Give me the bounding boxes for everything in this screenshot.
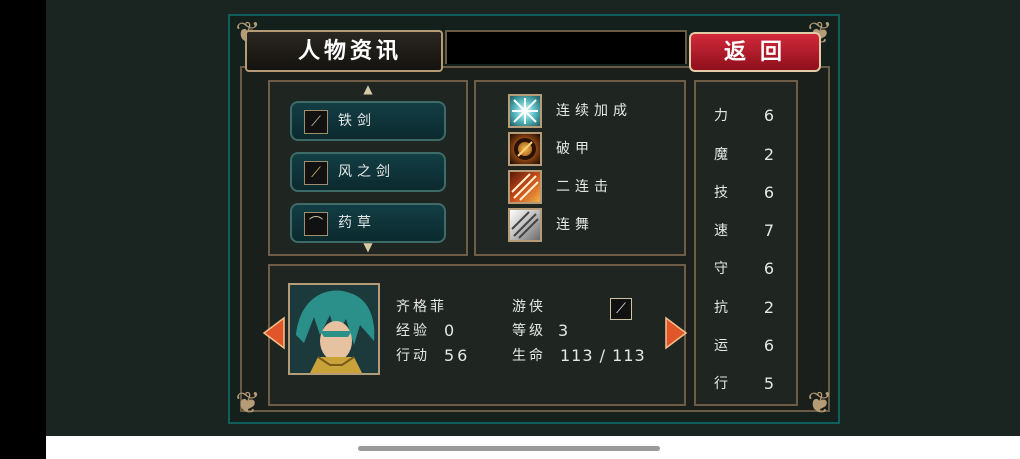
back-button-label: 返回	[723, 39, 796, 65]
title-strip	[445, 30, 687, 64]
item-slot-wind-sword[interactable]: ⟋ 风之剑	[290, 152, 446, 192]
stat-value: 5	[763, 374, 775, 393]
stat-name: 力	[714, 108, 728, 124]
stat-name: 魔	[714, 147, 728, 163]
sword-icon: ⟋	[304, 110, 328, 134]
ornament-icon: ❦	[807, 386, 833, 421]
action-value: 56	[444, 346, 471, 365]
item-label: 风之剑	[338, 164, 395, 180]
hp-label: 生命	[512, 348, 546, 364]
home-indicator[interactable]	[358, 446, 660, 451]
double-strike-icon[interactable]	[508, 170, 542, 204]
character-portrait	[288, 283, 380, 375]
stat-value: 2	[763, 298, 775, 317]
previous-character-icon[interactable]	[262, 316, 286, 350]
stat-value: 6	[763, 336, 775, 355]
back-button[interactable]: 返回	[689, 32, 821, 72]
armor-break-icon[interactable]	[508, 132, 542, 166]
item-label: 药草	[338, 215, 376, 231]
character-class: 游侠	[512, 299, 546, 315]
item-slot-herb[interactable]: ⌒ 药草	[290, 203, 446, 243]
page-title: 人物资讯	[297, 38, 402, 64]
item-label: 铁剑	[338, 113, 376, 129]
stat-value: 6	[763, 106, 775, 125]
stat-value: 6	[763, 259, 775, 278]
exp-label: 经验	[396, 323, 430, 339]
ornament-icon: ❦	[235, 386, 261, 421]
wind-sword-icon: ⟋	[304, 161, 328, 185]
stat-name: 速	[714, 223, 728, 239]
stat-name: 抗	[714, 300, 728, 316]
item-slot-iron-sword[interactable]: ⟋ 铁剑	[290, 101, 446, 141]
sword-icon: ⟋	[610, 298, 632, 320]
level-value: 3	[558, 321, 572, 340]
skill-label: 连续加成	[556, 103, 632, 119]
stat-value: 2	[763, 145, 775, 164]
burst-icon[interactable]	[508, 94, 542, 128]
stat-value: 7	[763, 221, 775, 240]
dance-icon[interactable]	[508, 208, 542, 242]
next-character-icon[interactable]	[664, 316, 688, 350]
level-label: 等级	[512, 323, 546, 339]
scroll-up-icon[interactable]: ▲	[358, 83, 378, 95]
stat-name: 运	[714, 338, 728, 354]
stat-name: 行	[714, 376, 728, 392]
hp-value: 113 / 113	[560, 346, 646, 365]
character-name: 齐格菲	[396, 299, 447, 315]
device-left-bezel	[0, 0, 46, 459]
skill-label: 二连击	[556, 179, 613, 195]
skill-label: 破甲	[556, 141, 594, 157]
stat-name: 守	[714, 261, 728, 277]
stats-panel	[694, 80, 798, 406]
stat-name: 技	[714, 185, 728, 201]
herb-icon: ⌒	[304, 212, 328, 236]
exp-value: 0	[444, 321, 458, 340]
action-label: 行动	[396, 348, 430, 364]
stat-value: 6	[763, 183, 775, 202]
skill-label: 连舞	[556, 217, 594, 233]
